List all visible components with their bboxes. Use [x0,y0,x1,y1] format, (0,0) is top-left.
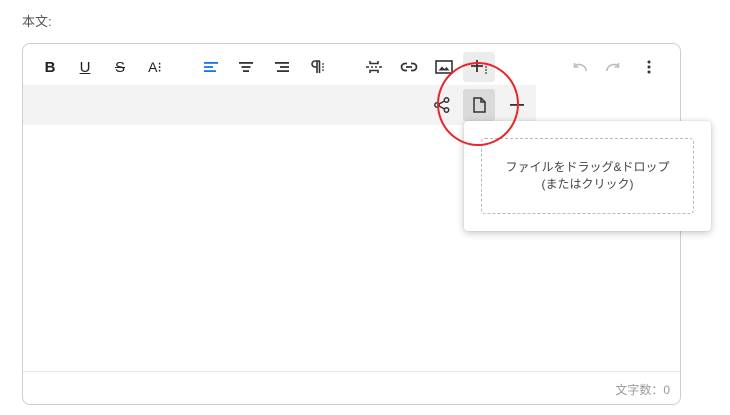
align-right-button[interactable] [266,52,298,82]
underline-button[interactable]: U [69,52,101,82]
page-break-icon [366,61,382,73]
bold-icon: B [44,58,56,76]
char-count: 文字数：0 [615,383,670,397]
page-break-button[interactable] [358,52,390,82]
horizontal-rule-icon [510,104,524,106]
align-left-button[interactable] [195,52,227,82]
insert-file-button[interactable] [463,89,495,121]
dropzone-instruction: ファイルをドラッグ&ドロップ [505,160,670,174]
more-options-button[interactable] [633,52,665,82]
link-icon [400,62,418,72]
align-right-icon [275,62,289,72]
font-size-icon: A⁝ [148,58,162,75]
align-left-icon [204,62,218,72]
share-link-button[interactable] [426,89,458,121]
insert-more-button[interactable] [463,52,495,82]
paragraph-button[interactable] [301,52,333,82]
undo-button[interactable] [563,52,595,82]
image-icon [435,60,453,74]
file-upload-popup: ファイルをドラッグ&ドロップ (またはクリック) [464,121,711,231]
more-vertical-icon [647,60,651,74]
underline-icon: U [79,58,91,76]
align-center-icon [239,62,253,72]
image-button[interactable] [428,52,460,82]
body-field-label: 本文: [22,14,52,29]
redo-button[interactable] [598,52,630,82]
strikethrough-button[interactable]: S [104,52,136,82]
share-icon [434,97,450,113]
strikethrough-icon: S [114,58,125,76]
paragraph-icon [311,60,324,73]
undo-icon [573,63,587,72]
editor-footer: 文字数：0 [23,371,680,404]
dropzone-click-hint: (またはクリック) [541,177,634,191]
insert-submenu-bar [23,85,536,125]
font-size-button[interactable]: A⁝ [139,52,171,82]
redo-icon [606,63,620,72]
plus-icon [471,60,487,74]
link-button[interactable] [393,52,425,82]
align-center-button[interactable] [230,52,262,82]
bold-button[interactable]: B [34,52,66,82]
file-dropzone[interactable]: ファイルをドラッグ&ドロップ (またはクリック) [481,138,694,214]
horizontal-rule-button[interactable] [501,89,533,121]
file-icon [472,97,486,113]
